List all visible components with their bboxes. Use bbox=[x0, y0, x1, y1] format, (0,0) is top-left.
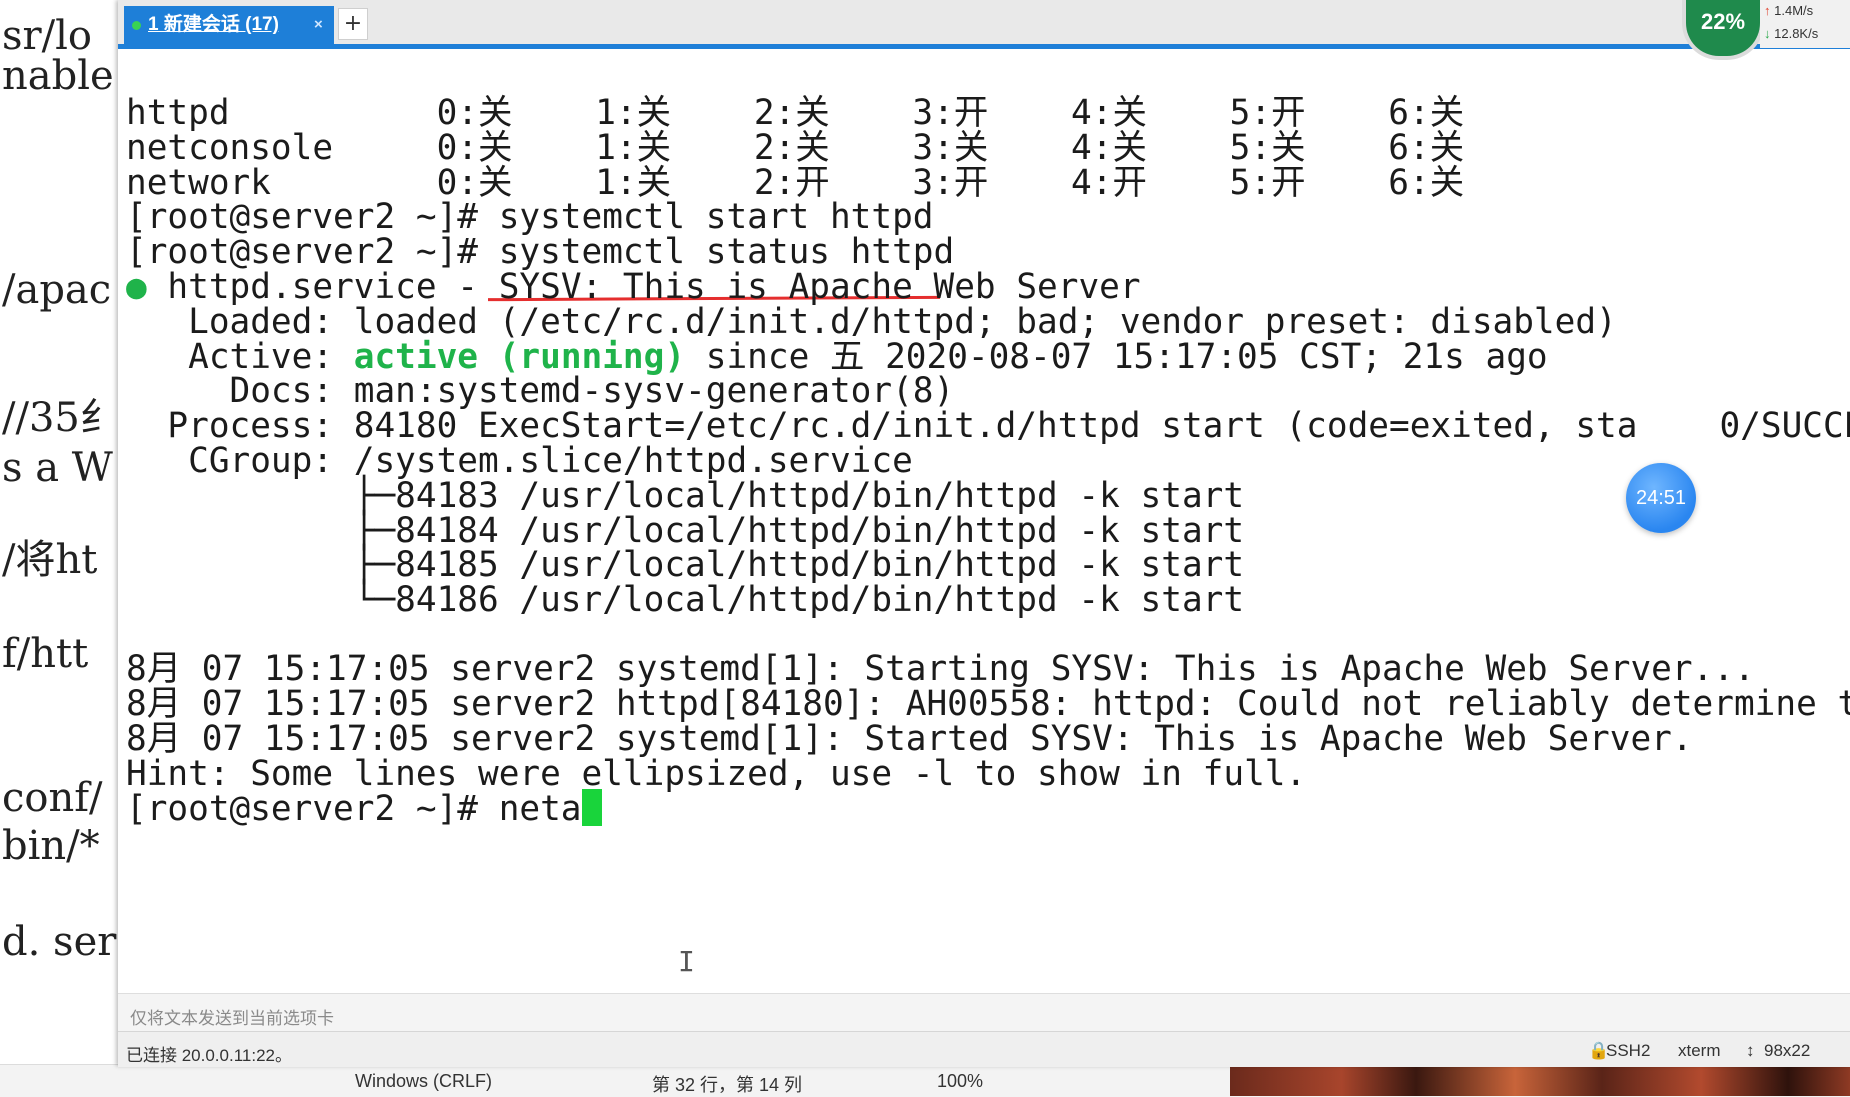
download-arrow-icon: ↓ bbox=[1764, 26, 1771, 41]
editor-line: //35纟 bbox=[2, 395, 120, 441]
download-speed: 12.8K/s bbox=[1774, 26, 1819, 41]
editor-line: conf/ bbox=[2, 775, 103, 821]
desktop-wallpaper-strip bbox=[1230, 1066, 1850, 1096]
service-name: httpd.service - SYSV: This is Apache Web… bbox=[146, 267, 1141, 307]
recording-timer[interactable]: 24:51 bbox=[1626, 463, 1696, 533]
network-speed-panel: ↑ 1.4M/s ↓ 12.8K/s bbox=[1760, 0, 1850, 48]
send-text-placeholder: 仅将文本发送到当前选项卡 bbox=[130, 1009, 334, 1028]
ibeam-cursor-icon: I bbox=[678, 945, 695, 978]
editor-line: /apac bbox=[2, 267, 112, 313]
send-text-bar[interactable]: 仅将文本发送到当前选项卡 bbox=[118, 993, 1850, 1032]
protocol-status: SSH2 bbox=[1606, 1041, 1651, 1060]
zoom-status[interactable]: 100% bbox=[937, 1071, 983, 1092]
process-tail: 0/SUCCE bbox=[1719, 406, 1850, 446]
connected-dot-icon bbox=[132, 21, 141, 30]
editor-line: /将ht bbox=[2, 537, 98, 583]
upload-speed: 1.4M/s bbox=[1774, 3, 1814, 18]
upload-arrow-icon: ↑ bbox=[1764, 3, 1771, 18]
terminal-type-status: xterm bbox=[1678, 1041, 1721, 1060]
editor-line: bin/* bbox=[2, 823, 100, 869]
process-text: Process: 84180 ExecStart=/etc/rc.d/init.… bbox=[126, 406, 1638, 446]
resize-icon: ↕ bbox=[1746, 1041, 1755, 1060]
command-text: systemctl status httpd bbox=[498, 232, 955, 272]
status-dot-icon: ● bbox=[126, 267, 147, 307]
terminal-status-bar: 已连接 20.0.0.11:22。 🔒 SSH2 xterm ↕ 98x22 bbox=[118, 1031, 1850, 1067]
terminal-size-status: 98x22 bbox=[1764, 1041, 1811, 1060]
terminal-output[interactable]: httpd 0:关 1:关 2:关 3:开 4:关 5:开 6:关 netcon… bbox=[118, 49, 1850, 993]
editor-line: f/htt bbox=[2, 631, 89, 677]
session-tab-label: 1 新建会话 (17) bbox=[148, 14, 279, 35]
current-command: [root@server2 ~]# neta bbox=[126, 789, 582, 829]
tab-bar: 1 新建会话 (17) × + bbox=[118, 0, 1850, 49]
connection-status: 已连接 20.0.0.11:22。 bbox=[126, 1046, 292, 1065]
cursor-position-status[interactable]: 第 32 行，第 14 列 bbox=[652, 1071, 802, 1097]
editor-line: nable bbox=[2, 53, 114, 99]
editor-line: d. ser bbox=[2, 919, 117, 965]
shell-prompt: [root@server2 ~]# bbox=[126, 232, 499, 272]
text-cursor bbox=[581, 789, 602, 826]
cgroup-child: └─84186 /usr/local/httpd/bin/httpd -k st… bbox=[126, 580, 1245, 620]
new-tab-button[interactable]: + bbox=[338, 8, 368, 40]
session-tab[interactable]: 1 新建会话 (17) × bbox=[124, 6, 334, 44]
editor-line: s a W bbox=[2, 445, 113, 491]
line-ending-status[interactable]: Windows (CRLF) bbox=[355, 1071, 492, 1092]
terminal-window: 1 新建会话 (17) × + httpd 0:关 1:关 2:关 3:开 4:… bbox=[118, 0, 1850, 1067]
close-icon[interactable]: × bbox=[314, 6, 323, 44]
input-line[interactable]: [root@server2 ~]# neta bbox=[126, 789, 602, 830]
